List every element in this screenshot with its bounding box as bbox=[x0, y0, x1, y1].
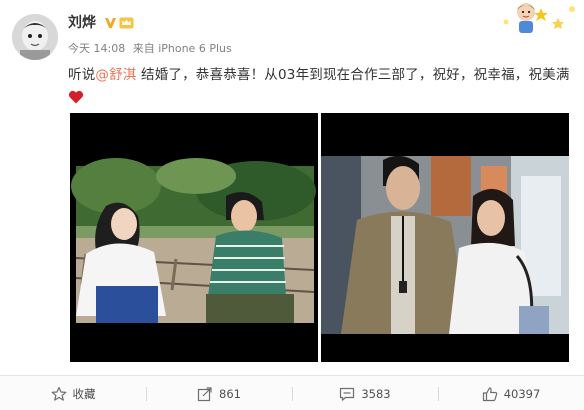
comment-count: 3583 bbox=[361, 386, 391, 401]
comment-icon bbox=[340, 387, 355, 401]
star-icon bbox=[51, 386, 66, 401]
comment-button[interactable]: 3583 bbox=[292, 376, 438, 410]
post-source[interactable]: 来自 iPhone 6 Plus bbox=[133, 42, 232, 55]
vip-crown-icon[interactable] bbox=[119, 16, 134, 29]
post-meta: 今天 14:08 来自 iPhone 6 Plus bbox=[68, 42, 236, 56]
action-bar: 收藏 861 3583 40397 bbox=[0, 375, 584, 410]
avatar[interactable] bbox=[12, 14, 58, 60]
weibo-post: 刘烨 今天 14:08 来自 iPhone 6 Plus 听说@舒淇 结婚了，恭… bbox=[0, 0, 584, 370]
verified-v-icon bbox=[104, 16, 117, 29]
baby-portrait-image bbox=[12, 14, 58, 60]
post-image-1[interactable] bbox=[70, 113, 318, 362]
post-text-before: 听说 bbox=[68, 67, 96, 83]
favorite-label: 收藏 bbox=[72, 386, 96, 401]
post-text-after: 结婚了，恭喜恭喜！从03年到现在合作三部了，祝好，祝幸福，祝美满 bbox=[136, 67, 570, 83]
share-button[interactable]: 861 bbox=[146, 376, 292, 410]
thumbs-up-icon bbox=[482, 386, 497, 401]
mention-link[interactable]: @舒淇 bbox=[95, 67, 136, 83]
decorative-cartoon-image bbox=[496, 0, 582, 34]
author-name[interactable]: 刘烨 bbox=[68, 14, 96, 32]
share-count: 861 bbox=[219, 386, 241, 401]
post-time[interactable]: 今天 14:08 bbox=[68, 42, 125, 55]
post-text: 听说@舒淇 结婚了，恭喜恭喜！从03年到现在合作三部了，祝好，祝幸福，祝美满 bbox=[68, 64, 570, 110]
favorite-button[interactable]: 收藏 bbox=[0, 376, 146, 410]
like-button[interactable]: 40397 bbox=[438, 376, 584, 410]
post-image-2[interactable] bbox=[321, 113, 569, 362]
share-icon bbox=[197, 386, 212, 401]
heart-icon bbox=[68, 90, 84, 104]
like-count: 40397 bbox=[503, 386, 541, 401]
